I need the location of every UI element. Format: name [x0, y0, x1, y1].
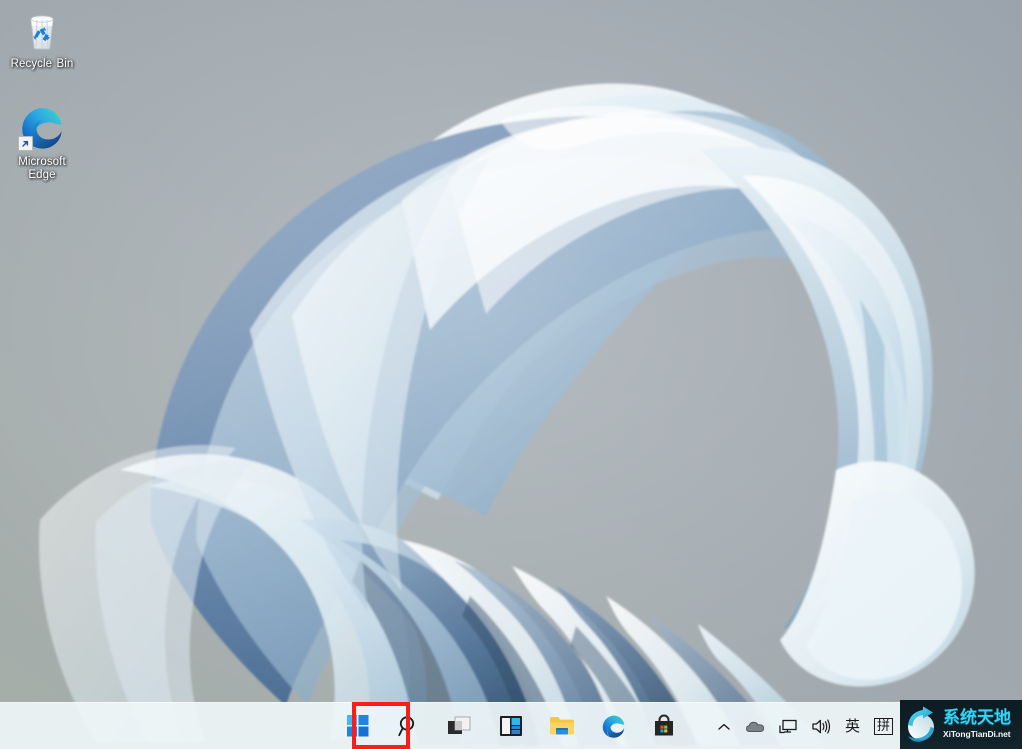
watermark-title-cn: 系统天地	[943, 708, 1011, 729]
ime-mode-button[interactable]: 拼	[867, 707, 900, 747]
onedrive-cloud-icon[interactable]	[738, 707, 772, 747]
ime-language-button[interactable]: 英	[838, 707, 867, 747]
task-view-button[interactable]	[440, 706, 480, 746]
taskbar[interactable]: 英 拼	[0, 702, 1022, 749]
watermark-title-en: XiTongTianDi.net	[943, 729, 1011, 740]
shortcut-arrow-icon	[18, 136, 33, 151]
watermark-text-group: 系统天地 XiTongTianDi.net	[943, 710, 1011, 739]
desktop-icon-label: Recycle Bin	[10, 58, 74, 70]
file-explorer-button[interactable]	[542, 706, 582, 746]
search-button[interactable]	[389, 706, 429, 746]
microsoft-edge-icon	[18, 104, 66, 152]
recycle-bin-icon	[18, 6, 66, 54]
desktop-icon-recycle-bin[interactable]: Recycle Bin	[3, 6, 81, 71]
desktop[interactable]: Recycle Bin Microsoft Edge 英 拼 系统天地 XiTo…	[0, 0, 1022, 749]
ime-mode-label: 拼	[873, 718, 893, 735]
taskbar-edge-button[interactable]	[593, 706, 633, 746]
desktop-icon-microsoft-edge[interactable]: Microsoft Edge	[3, 104, 81, 182]
widgets-button[interactable]	[491, 706, 531, 746]
ime-language-label: 英	[844, 717, 860, 735]
site-watermark: 系统天地 XiTongTianDi.net	[900, 700, 1022, 749]
start-button[interactable]	[338, 706, 378, 746]
volume-speaker-icon[interactable]	[804, 707, 838, 747]
microsoft-store-button[interactable]	[644, 706, 684, 746]
network-monitor-icon[interactable]	[772, 707, 804, 747]
show-hidden-icons-button[interactable]	[710, 707, 738, 747]
watermark-logo-icon	[902, 705, 942, 745]
desktop-icon-label: Microsoft Edge	[18, 156, 66, 181]
desktop-wallpaper	[0, 0, 1022, 749]
